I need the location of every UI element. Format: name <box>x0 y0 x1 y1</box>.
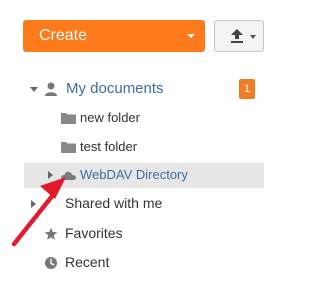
documents-panel: Create My documents 1 new folder test fo… <box>0 0 287 293</box>
annotation-arrow <box>11 177 66 247</box>
